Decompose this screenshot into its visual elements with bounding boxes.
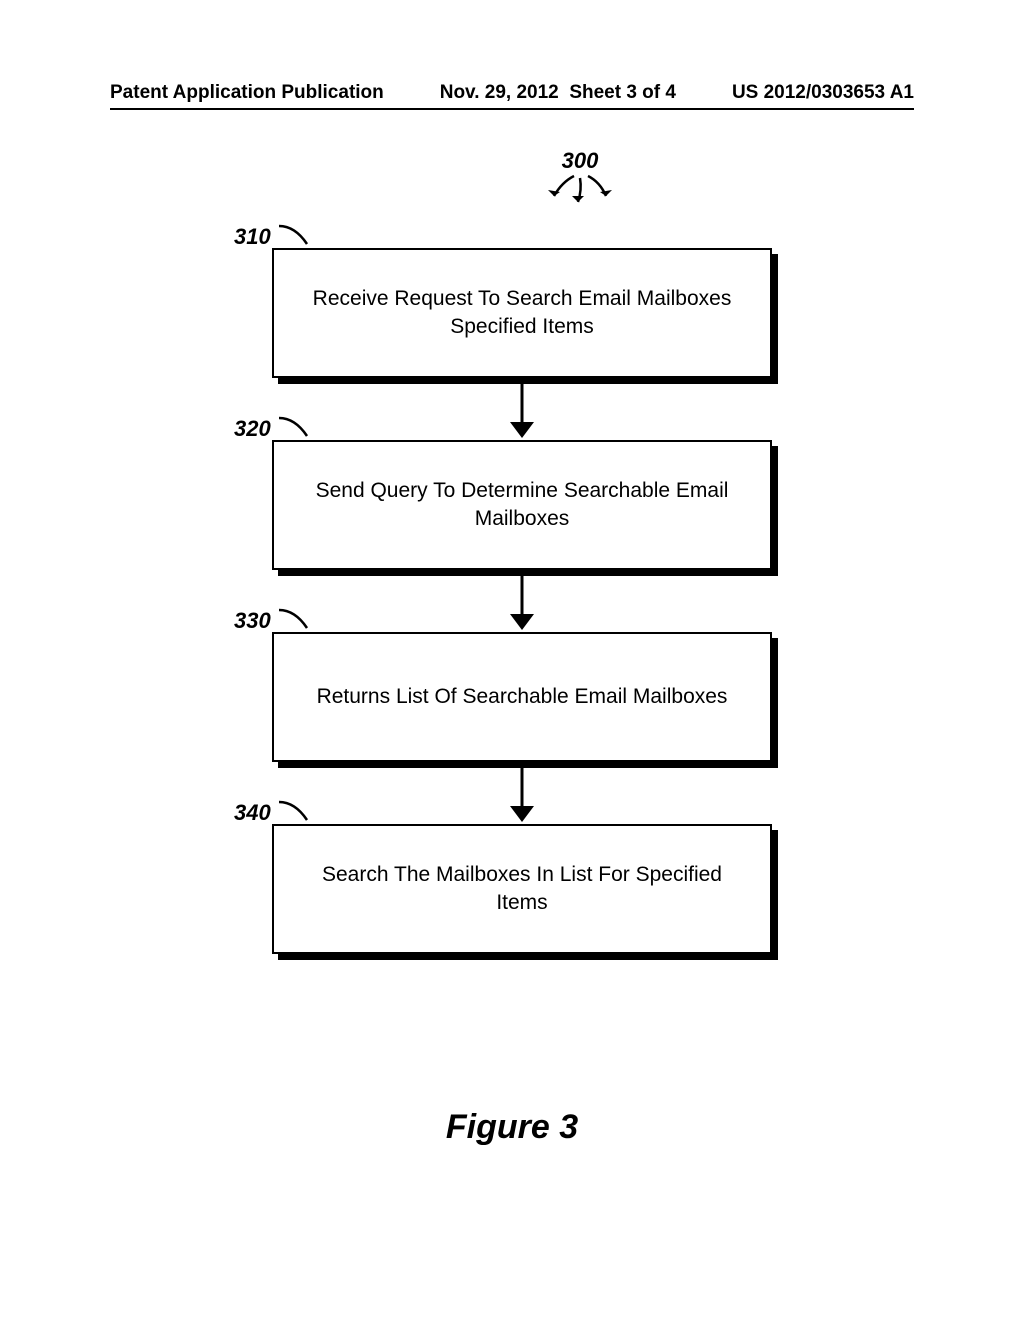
step-320: Send Query To Determine Searchable Email… (272, 440, 772, 570)
step-ref-310: 310 (234, 224, 311, 250)
flowchart: 310 Receive Request To Search Email Mail… (272, 248, 772, 954)
step-330: Returns List Of Searchable Email Mailbox… (272, 632, 772, 762)
arrow-down-icon (506, 570, 538, 632)
arrow-down-icon (506, 378, 538, 440)
step-ref-330: 330 (234, 608, 311, 634)
step-box: Send Query To Determine Searchable Email… (272, 440, 772, 570)
step-ref-label: 310 (234, 224, 271, 249)
figure-caption: Figure 3 (0, 1108, 1024, 1147)
leader-line-icon (277, 224, 311, 248)
connector-arrow (272, 378, 772, 440)
arrow-down-icon (506, 762, 538, 824)
step-ref-label: 340 (234, 800, 271, 825)
step-ref-label: 330 (234, 608, 271, 633)
leader-line-icon (277, 608, 311, 632)
step-text: Returns List Of Searchable Email Mailbox… (317, 683, 728, 711)
diagram-ref-marker: 300 (540, 148, 620, 208)
ref-arrows-icon (540, 170, 620, 210)
leader-line-icon (277, 416, 311, 440)
publication-number: US 2012/0303653 A1 (732, 82, 914, 104)
publication-date: Nov. 29, 2012 (440, 82, 559, 103)
step-340: Search The Mailboxes In List For Specifi… (272, 824, 772, 954)
step-ref-340: 340 (234, 800, 311, 826)
step-ref-label: 320 (234, 416, 271, 441)
connector-arrow (272, 762, 772, 824)
step-text: Receive Request To Search Email Mailboxe… (302, 285, 742, 342)
step-text: Search The Mailboxes In List For Specifi… (302, 861, 742, 918)
publication-date-sheet: Nov. 29, 2012 Sheet 3 of 4 (384, 82, 732, 104)
step-310: Receive Request To Search Email Mailboxe… (272, 248, 772, 378)
step-box: Returns List Of Searchable Email Mailbox… (272, 632, 772, 762)
leader-line-icon (277, 800, 311, 824)
page-header: Patent Application Publication Nov. 29, … (110, 82, 914, 104)
step-ref-320: 320 (234, 416, 311, 442)
sheet-info: Sheet 3 of 4 (569, 82, 676, 103)
step-box: Search The Mailboxes In List For Specifi… (272, 824, 772, 954)
header-rule (110, 108, 914, 110)
step-box: Receive Request To Search Email Mailboxe… (272, 248, 772, 378)
step-text: Send Query To Determine Searchable Email… (302, 477, 742, 534)
publication-type: Patent Application Publication (110, 82, 384, 104)
page: Patent Application Publication Nov. 29, … (0, 0, 1024, 1320)
connector-arrow (272, 570, 772, 632)
